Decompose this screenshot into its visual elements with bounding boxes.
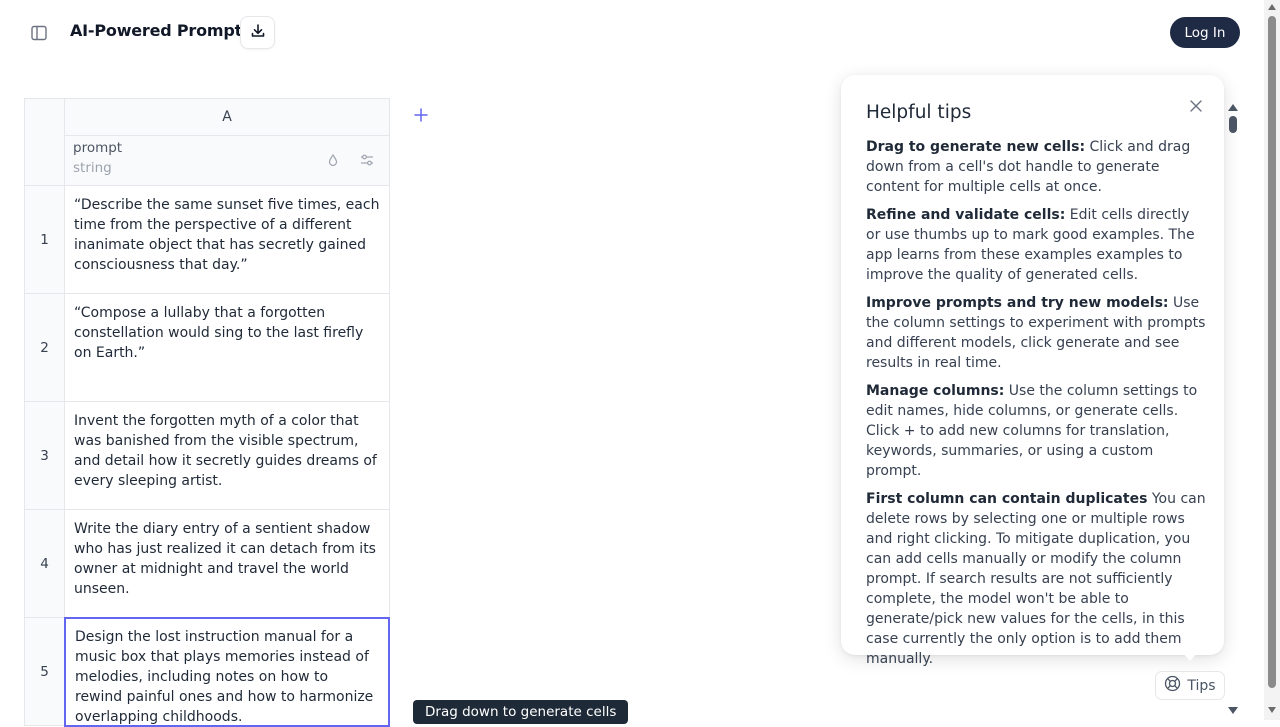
row-number[interactable]: 5 [24,618,64,726]
column-letter[interactable]: A [64,98,390,136]
inner-scroll-down-arrow[interactable] [1227,705,1239,715]
page-scroll-thumb[interactable] [1268,16,1276,688]
lifebuoy-icon [1164,675,1181,696]
column-header: A prompt string [24,98,390,186]
page-scroll-up-arrow[interactable] [1268,2,1276,12]
column-name: prompt [73,140,123,156]
column-type: string [73,160,112,176]
download-icon [250,23,266,43]
helpful-tips-panel: Helpful tips Drag to generate new cells:… [841,75,1224,667]
row-number[interactable]: 4 [24,510,64,618]
tip-item: Refine and validate cells: Edit cells di… [866,205,1206,285]
plus-icon [414,107,428,126]
tips-button[interactable]: Tips [1155,671,1225,700]
settings-sliders-icon[interactable] [359,152,375,168]
tip-item: Manage columns: Use the column settings … [866,381,1206,481]
row-number[interactable]: 1 [24,186,64,294]
table-row: 3 Invent the forgotten myth of a color t… [24,402,390,510]
tip-text: You can delete rows by selecting one or … [866,491,1206,667]
tips-button-label: Tips [1187,677,1216,694]
close-icon[interactable] [1189,99,1203,113]
tips-pointer [1183,653,1197,661]
add-column-button[interactable] [412,107,430,125]
droplet-icon[interactable] [327,153,339,167]
row-number[interactable]: 2 [24,294,64,402]
tip-heading: Refine and validate cells: [866,207,1066,223]
table-row: 5 Design the lost instruction manual for… [24,617,390,727]
tips-title: Helpful tips [866,102,972,123]
tip-heading: Manage columns: [866,383,1005,399]
table-cell[interactable]: Invent the forgotten myth of a color tha… [64,402,390,510]
grid-corner[interactable] [24,98,64,186]
table-row: 1 “Describe the same sunset five times, … [24,186,390,294]
table-cell[interactable]: “Describe the same sunset five times, ea… [64,186,390,294]
column-meta: prompt string [64,136,390,186]
tip-item: Improve prompts and try new models: Use … [866,293,1206,373]
tip-item: First column can contain duplicates You … [866,489,1206,669]
selected-table-cell[interactable]: Design the lost instruction manual for a… [64,617,390,727]
inner-scroll-thumb[interactable] [1229,116,1237,133]
top-bar: AI-Powered Prompts Log In [0,0,1264,66]
login-button[interactable]: Log In [1170,17,1240,48]
app-title: AI-Powered Prompts [70,21,252,40]
tips-body: Drag to generate new cells: Click and dr… [866,137,1206,677]
download-button[interactable] [240,16,275,49]
table-row: 2 “Compose a lullaby that a forgotten co… [24,294,390,402]
drag-tooltip: Drag down to generate cells [413,700,629,724]
table-cell[interactable]: “Compose a lullaby that a forgotten cons… [64,294,390,402]
tip-item: Drag to generate new cells: Click and dr… [866,137,1206,197]
inner-scroll-up-arrow[interactable] [1227,102,1239,112]
table-cell[interactable]: Write the diary entry of a sentient shad… [64,510,390,618]
tip-heading: Drag to generate new cells: [866,139,1086,155]
sidebar-toggle-icon[interactable] [28,22,50,44]
row-number[interactable]: 3 [24,402,64,510]
table-row: 4 Write the diary entry of a sentient sh… [24,510,390,618]
tip-heading: Improve prompts and try new models: [866,295,1169,311]
page-scroll-down-arrow[interactable] [1268,705,1276,715]
tip-heading: First column can contain duplicates [866,491,1148,507]
